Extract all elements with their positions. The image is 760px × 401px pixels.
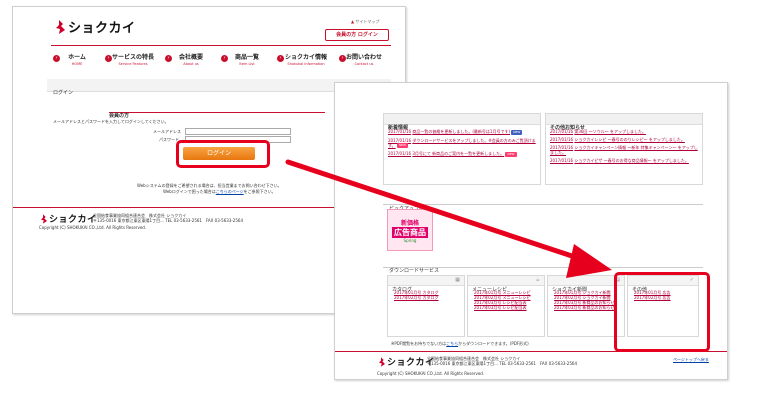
arrow-icon: › bbox=[339, 55, 346, 62]
copyright: Copyright (C) SHOKUKAI CO.,Ltd. All Righ… bbox=[39, 225, 147, 230]
member-footer-logo: ショクカイ bbox=[377, 355, 435, 368]
member-footer-address: 〒135-0016 東京都江東区東陽1丁目... TEL 03-5633-256… bbox=[427, 361, 577, 366]
menu-recipe-header: メニューレシピ ☕ bbox=[468, 276, 544, 293]
login-button-highlight bbox=[176, 140, 270, 168]
pdf-reader-link[interactable]: こちら bbox=[446, 341, 458, 346]
sitemap-icon: ▲ bbox=[351, 19, 355, 24]
recipe-icon: ☕ bbox=[535, 277, 540, 283]
nav-shokukai-info[interactable]: › ショクカイ情報 Shokukai Information bbox=[275, 47, 337, 71]
catalog-icon: ▦ bbox=[455, 277, 460, 283]
pickup-banner[interactable]: 新価格 広告商品 Spring bbox=[387, 209, 433, 251]
login-notice-1: Webシステムの登録をご希望される場合は、担当営業までお問い合わせ下さい。 bbox=[137, 183, 282, 188]
shokukai-logo[interactable]: ショクカイ bbox=[53, 17, 136, 36]
catalog-header: カタログ ▦ bbox=[388, 276, 464, 293]
arrow-icon: › bbox=[105, 55, 112, 62]
news-title: 新着情報 bbox=[384, 114, 540, 131]
logo-text: ショクカイ bbox=[68, 21, 136, 36]
email-label: メールアドレス bbox=[153, 129, 181, 134]
other-news-box: その他お知らせ 2017/01/16 第36回 ～ソウル～ をアップしました。 … bbox=[545, 113, 703, 185]
news-item[interactable]: 2017/01/16 3月号にて 新商品のご案内を一覧を更新しました。 NEW bbox=[388, 151, 536, 157]
footer-logo: ショクカイ bbox=[39, 212, 97, 225]
nav-home[interactable]: › ホーム HOME bbox=[51, 47, 103, 71]
other-download-highlight bbox=[614, 272, 710, 352]
pdf-note: ※PDF閲覧をお持ちでない方はこちらからダウンロードできます。(PDF形式) bbox=[391, 341, 529, 346]
nav-item-list[interactable]: › 商品一覧 Item List bbox=[219, 47, 275, 71]
sitemap-link[interactable]: ▲ サイトマップ bbox=[351, 19, 379, 24]
footer-address: 〒135-0016 東京都江東区東陽1丁目... TEL 03-5633-256… bbox=[93, 218, 243, 223]
download-link[interactable]: 2017年02月号 カタログ bbox=[394, 295, 464, 300]
other-news-title: その他お知らせ bbox=[546, 114, 702, 131]
arrow-icon: › bbox=[53, 55, 60, 62]
nav-contact[interactable]: › お問い合わせ Contact us bbox=[337, 47, 391, 71]
logo-mark-icon bbox=[41, 213, 47, 224]
newspaper-header: ショクカイ新聞 ▤ bbox=[548, 276, 624, 293]
news-item[interactable]: 2017/01/16 ダウンロードサービスをアップしました。※会員の方のみご覧頂… bbox=[388, 138, 536, 148]
global-nav: › ホーム HOME › サービスの特長 Service Features › … bbox=[51, 47, 391, 71]
other-news-item[interactable]: 2017/01/16 ショクカイキャンペーン情報 ～新年 特集キャンペーン～ を… bbox=[550, 145, 698, 155]
logo-mark-icon bbox=[379, 356, 385, 367]
member-login-top-button[interactable]: 会員の方 ログイン bbox=[325, 29, 389, 41]
login-instruction: メールアドレスとパスワードを入力してログインしてください。 bbox=[53, 119, 169, 124]
download-link[interactable]: 2017年03月号 レシピ配当表 bbox=[474, 305, 544, 310]
arrow-icon: › bbox=[165, 55, 172, 62]
other-news-item[interactable]: 2017/01/16 ショクカイピザ ～春号のお得な商品情報～ をアップしました… bbox=[550, 158, 698, 163]
other-news-item[interactable]: 2017/01/16 第36回 ～ソウル～ をアップしました。 bbox=[550, 129, 698, 134]
arrow-icon: › bbox=[221, 55, 228, 62]
logo-mark-icon bbox=[56, 19, 65, 34]
member-copyright: Copyright (C) SHOKUKAI CO.,Ltd. All Righ… bbox=[377, 371, 485, 376]
nav-about-us[interactable]: › 会社概要 About us bbox=[163, 47, 219, 71]
nav-service-features[interactable]: › サービスの特長 Service Features bbox=[103, 47, 163, 71]
help-page-link[interactable]: こちらのページ bbox=[216, 189, 244, 194]
page-top-link[interactable]: ページトップへ戻る bbox=[673, 357, 709, 362]
news-box: 新着情報 2017/01/16 商品一覧の価格を更新しました。(最新号は1月号で… bbox=[383, 113, 541, 185]
news-item[interactable]: 2017/01/16 商品一覧の価格を更新しました。(最新号は1月号です) NE… bbox=[388, 129, 536, 135]
members-heading: 会員の方 bbox=[109, 102, 325, 119]
download-heading: ダウンロードサービス bbox=[383, 257, 703, 274]
arrow-icon: › bbox=[277, 55, 284, 62]
pickup-heading: ピックアップ商品 bbox=[383, 195, 703, 212]
header-divider bbox=[51, 45, 391, 46]
login-notice-2: Webログインで困った場合はこちらのページをご参照下さい。 bbox=[163, 189, 276, 194]
other-news-item[interactable]: 2017/01/16 ショクカイレシピ ～春号ののりレシピ～ をアップしました。 bbox=[550, 137, 698, 142]
download-menu-recipe: メニューレシピ ☕ 2017年01月号 メニューレシピ 2017年02月号 メニ… bbox=[467, 275, 545, 337]
email-input[interactable] bbox=[185, 128, 291, 135]
download-catalog: カタログ ▦ 2017年01月号 カタログ 2017年02月号 カタログ bbox=[387, 275, 465, 337]
